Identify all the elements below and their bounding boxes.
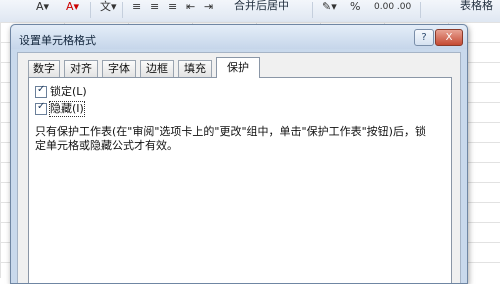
dialog-body: 数字 对齐 字体 边框 填充 保护 ✓ 锁定(L) ✓ 隐藏(I) 只有保护工作… [17, 52, 461, 283]
ribbon-separator [90, 2, 91, 18]
checkmark-icon: ✓ [37, 84, 46, 95]
protection-panel: ✓ 锁定(L) ✓ 隐藏(I) 只有保护工作表(在"审阅"选项卡上的"更改"组中… [28, 77, 452, 283]
tab-border[interactable]: 边框 [140, 60, 174, 77]
protection-description: 只有保护工作表(在"审阅"选项卡上的"更改"组中，单击"保护工作表"按钮)后，锁… [35, 125, 426, 152]
percent-button[interactable]: % [350, 1, 360, 13]
dialog-title: 设置单元格格式 [19, 34, 96, 47]
ribbon-separator [122, 2, 123, 18]
checkmark-icon: ✓ [37, 101, 46, 112]
tab-number[interactable]: 数字 [28, 60, 60, 77]
close-button[interactable]: X [435, 29, 463, 46]
format-cells-dialog: 设置单元格格式 ? X 数字 对齐 字体 边框 填充 保护 ✓ 锁定(L) ✓ … [10, 24, 468, 284]
locked-label: 锁定(L) [50, 85, 87, 98]
table-format-button[interactable]: 表格格 [460, 0, 493, 12]
font-color-icon[interactable]: A▾ [36, 1, 49, 13]
align-center-icon[interactable]: ≡ [150, 1, 159, 13]
ribbon-separator [312, 2, 313, 18]
tab-alignment[interactable]: 对齐 [64, 60, 98, 77]
help-button[interactable]: ? [414, 29, 434, 46]
indent-icon[interactable]: ⇤ [186, 1, 195, 13]
phonetic-icon[interactable]: 文▾ [100, 1, 117, 13]
hidden-checkbox[interactable]: ✓ [35, 101, 47, 115]
excel-ribbon: A▾ A▾ 文▾ ≡ ≡ ≡ ⇤ ⇥ 合并后居中 ✎▾ % 0.00 .00 表… [0, 0, 500, 23]
align-left-icon[interactable]: ≡ [132, 1, 141, 13]
text-color-icon[interactable]: A▾ [66, 1, 79, 13]
hidden-label: 隐藏(I) [49, 101, 85, 117]
tab-protection[interactable]: 保护 [216, 57, 260, 78]
decimal-buttons[interactable]: 0.00 .00 [374, 1, 411, 13]
dialog-titlebar[interactable]: 设置单元格格式 ? X [11, 25, 467, 49]
ribbon-separator [420, 2, 421, 18]
outdent-icon[interactable]: ⇥ [204, 1, 213, 13]
locked-checkbox[interactable]: ✓ [35, 84, 47, 98]
tab-fill[interactable]: 填充 [178, 60, 212, 77]
merge-center-button[interactable]: 合并后居中 [234, 0, 289, 12]
currency-icon[interactable]: ✎▾ [322, 1, 337, 13]
align-right-icon[interactable]: ≡ [168, 1, 177, 13]
tab-font[interactable]: 字体 [102, 60, 136, 77]
